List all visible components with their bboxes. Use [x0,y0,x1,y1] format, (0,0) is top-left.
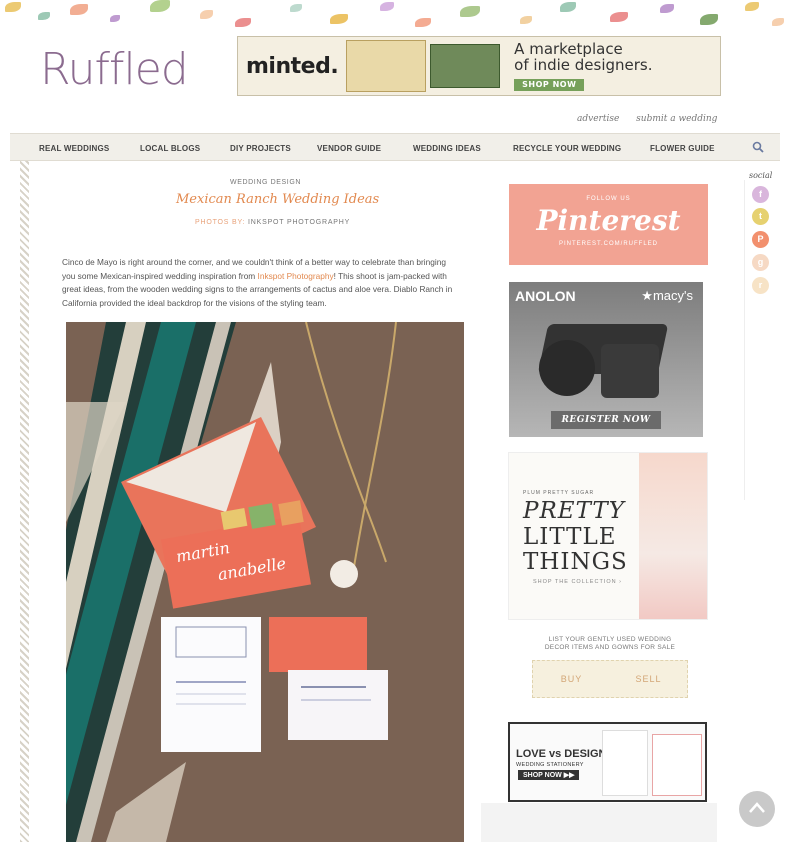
invitation-sample-1 [602,730,648,796]
photographer-link[interactable]: INKSPOT PHOTOGRAPHY [248,219,350,226]
nav-flower-guide[interactable]: FLOWER GUIDE [650,144,715,153]
ad-invitation-card-2 [430,44,501,88]
pinterest-url: PINTEREST.COM/RUFFLED [558,241,658,247]
ad-tagline-line1: A marketplace [514,39,623,58]
advertise-link[interactable]: advertise [577,114,619,124]
social-rail-divider [744,180,745,500]
site-logo[interactable]: Ruffled [40,44,189,95]
cookware-round-pan-image [539,340,595,396]
plum-pretty-sugar-ad[interactable]: PLUM PRETTY SUGAR PRETTY LITTLE THINGS S… [508,452,708,620]
article-main-photo: martin anabelle [66,322,464,842]
left-decorative-stripe [20,161,29,842]
nav-wedding-ideas[interactable]: WEDDING IDEAS [413,144,481,153]
anolon-brand: ANOLON [515,288,576,304]
search-icon[interactable] [752,141,764,153]
pps-headline-2: LITTLE [523,524,617,550]
love-vs-design-ad[interactable]: LOVE vs DESIGN WEDDING STATIONERY SHOP N… [508,722,707,802]
pinterest-wordmark: Pinterest [536,204,681,237]
register-now-button[interactable]: REGISTER NOW [551,411,661,429]
ad-shop-now-button[interactable]: SHOP NOW [514,78,585,92]
pps-headline-3: THINGS [523,549,628,575]
sell-button[interactable]: SELL [610,661,687,697]
lovedesign-shop-now-button[interactable]: SHOP NOW ▶▶ [518,770,580,780]
ad-tagline: A marketplace of indie designers. SHOP N… [514,39,653,92]
photos-by-label: PHOTOS BY: [195,219,246,226]
pps-headline-1: PRETTY [523,498,625,524]
confetti-header-decoration [0,0,790,34]
recycle-promo-text: LIST YOUR GENTLY USED WEDDING DECOR ITEM… [530,636,690,652]
pps-shop-link[interactable]: SHOP THE COLLECTION › [533,579,622,585]
macys-brand: ★macy's [641,288,693,303]
nav-vendor-guide[interactable]: VENDOR GUIDE [317,144,381,153]
nav-diy-projects[interactable]: DIY PROJECTS [230,144,291,153]
article-title[interactable]: Mexican Ranch Wedding Ideas [176,192,379,207]
article-category[interactable]: WEDDING DESIGN [230,179,301,186]
rss-icon[interactable]: r [752,277,769,294]
submit-wedding-link[interactable]: submit a wedding [636,114,717,124]
buy-sell-widget: BUY SELL [532,660,688,698]
cookware-square-pan-image [601,344,659,398]
nav-recycle-your-wedding[interactable]: RECYCLE YOUR WEDDING [513,144,621,153]
inkspot-photography-link[interactable]: Inkspot Photography [258,271,334,281]
back-to-top-button[interactable] [739,791,775,827]
minted-banner-ad[interactable]: minted. A marketplace of indie designers… [237,36,721,415]
pps-brand: PLUM PRETTY SUGAR [523,490,595,496]
pinterest-follow-label: FOLLOW US [586,196,631,202]
recycle-line-2: DECOR ITEMS AND GOWNS FOR SALE [544,644,676,651]
invitation-sample-2 [652,734,702,796]
buy-button[interactable]: BUY [533,661,610,697]
nav-local-blogs[interactable]: LOCAL BLOGS [140,144,200,153]
model-photo [639,453,707,619]
main-nav: REAL WEDDINGS LOCAL BLOGS DIY PROJECTS V… [10,133,780,161]
lovedesign-subtitle: WEDDING STATIONERY [516,762,584,768]
lovedesign-title: LOVE vs DESIGN [516,748,607,760]
social-label: social [749,171,773,180]
anolon-macys-ad[interactable]: ANOLON ★macy's REGISTER NOW [509,282,703,437]
invitation-suite-illustration: martin anabelle [66,322,464,842]
article-byline: PHOTOS BY: INKSPOT PHOTOGRAPHY [195,219,350,226]
ad-brand: minted. [246,53,339,79]
ad-invitation-card [346,40,427,92]
nav-real-weddings[interactable]: REAL WEDDINGS [39,144,109,153]
facebook-icon[interactable]: f [752,186,769,203]
twitter-icon[interactable]: t [752,208,769,225]
pinterest-icon[interactable]: P [752,231,769,248]
pinterest-follow-ad[interactable]: FOLLOW US Pinterest PINTEREST.COM/RUFFLE… [509,184,708,265]
sidebar-placeholder-box [481,803,717,842]
chevron-up-icon [749,802,765,813]
ad-tagline-line2: of indie designers. [514,56,653,75]
utility-links: advertise submit a wedding [577,114,731,124]
article-body: Cinco de Mayo is right around the corner… [62,256,460,310]
google-plus-icon[interactable]: g [752,254,769,271]
recycle-line-1: LIST YOUR GENTLY USED WEDDING [548,636,672,643]
